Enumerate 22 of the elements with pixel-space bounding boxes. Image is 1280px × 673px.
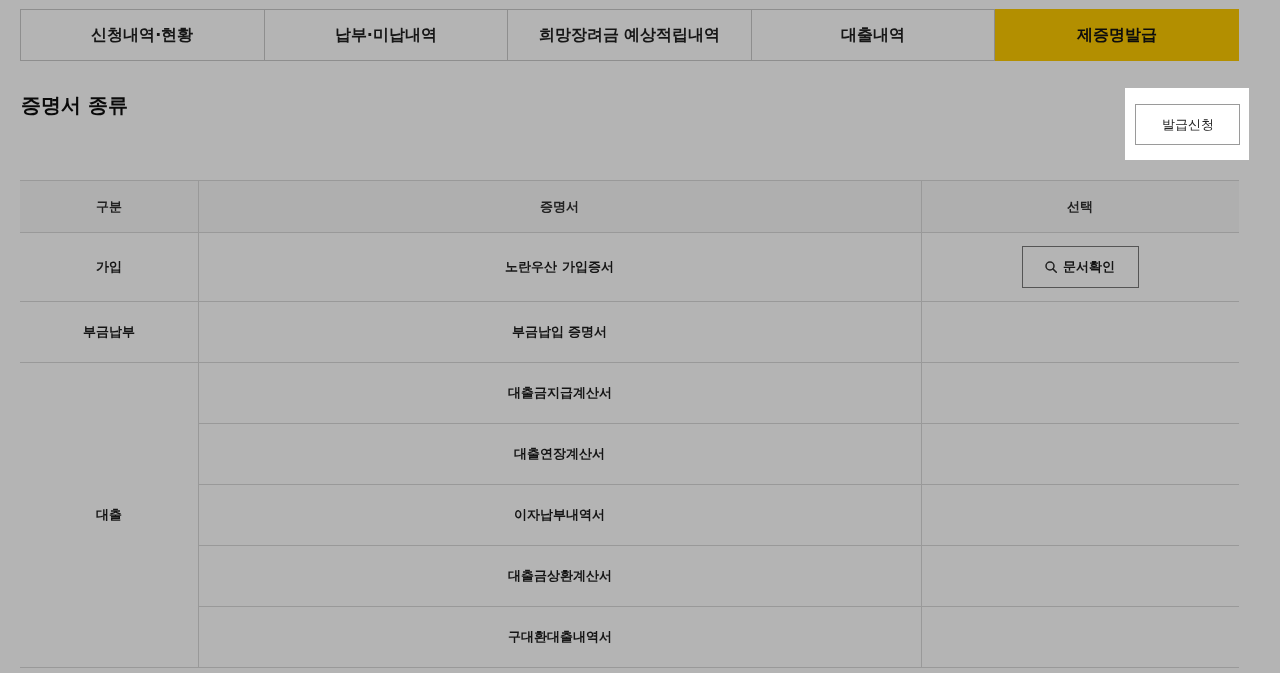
- certificate-cell: 대출연장계산서: [198, 423, 921, 485]
- column-header: 증명서: [198, 180, 921, 233]
- category-cell: 가입: [20, 232, 198, 302]
- category-cell: 대출: [20, 362, 198, 668]
- view-document-button[interactable]: 문서확인: [1021, 246, 1139, 288]
- certificate-cell: 구대환대출내역서: [198, 606, 921, 668]
- tab[interactable]: 납부·미납내역: [264, 9, 509, 61]
- tab[interactable]: 신청내역·현황: [20, 9, 265, 61]
- tab[interactable]: 희망장려금 예상적립내역: [508, 9, 752, 61]
- certificate-cell: 대출금지급계산서: [198, 362, 921, 424]
- certificate-cell: 부금납입 증명서: [198, 301, 921, 363]
- certificate-cell: 이자납부내역서: [198, 484, 921, 546]
- certificate-cell: 노란우산 가입증서: [198, 232, 921, 302]
- section-title: 증명서 종류: [21, 93, 128, 117]
- column-header: 구분: [20, 180, 198, 233]
- category-cell: 부금납부: [20, 301, 198, 363]
- certificate-cell: 대출금상환계산서: [198, 545, 921, 607]
- column-header: 선택: [921, 180, 1239, 233]
- search-icon: [1045, 261, 1058, 273]
- tab[interactable]: 제증명발급: [995, 9, 1239, 61]
- issue-request-button[interactable]: 발급신청: [1135, 104, 1240, 145]
- tab[interactable]: 대출내역: [751, 9, 996, 61]
